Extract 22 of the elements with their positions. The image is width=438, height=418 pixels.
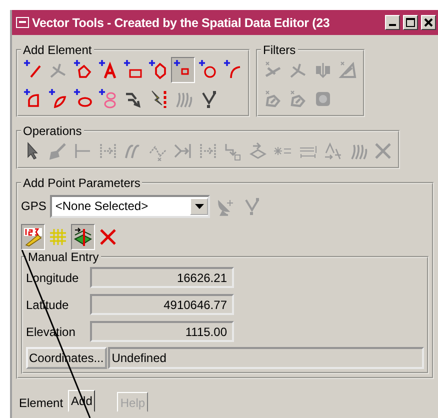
minimize-button[interactable] xyxy=(385,15,400,30)
coordinate-field[interactable]: 16626.21 xyxy=(90,267,234,288)
group-title: Operations xyxy=(22,124,83,138)
group-title: Manual Entry xyxy=(27,250,100,264)
close-button[interactable] xyxy=(421,15,436,30)
close-icon xyxy=(424,18,433,27)
point-icon[interactable] xyxy=(171,57,195,83)
window-title: Vector Tools - Created by the Spatial Data Editor (23 xyxy=(32,16,331,30)
group-title: Filters xyxy=(262,43,297,57)
gps-dropdown[interactable]: <None Selected> xyxy=(50,194,210,218)
group-title: Add Element xyxy=(22,43,93,57)
group-title: Add Point Parameters xyxy=(22,176,142,190)
maximize-button[interactable] xyxy=(403,15,418,30)
dropdown-caret-icon[interactable] xyxy=(190,198,208,214)
map-icon[interactable] xyxy=(71,224,95,250)
coordinate-field[interactable]: 1115.00 xyxy=(90,321,234,342)
gps-label: GPS xyxy=(21,199,46,213)
coordinate-field[interactable]: 4910646.77 xyxy=(90,294,234,315)
coordinate-system-field[interactable]: Undefined xyxy=(108,347,424,369)
maximize-icon xyxy=(406,18,415,27)
window-menu-icon[interactable] xyxy=(16,17,29,28)
numbers-pencil-icon[interactable] xyxy=(21,224,45,250)
